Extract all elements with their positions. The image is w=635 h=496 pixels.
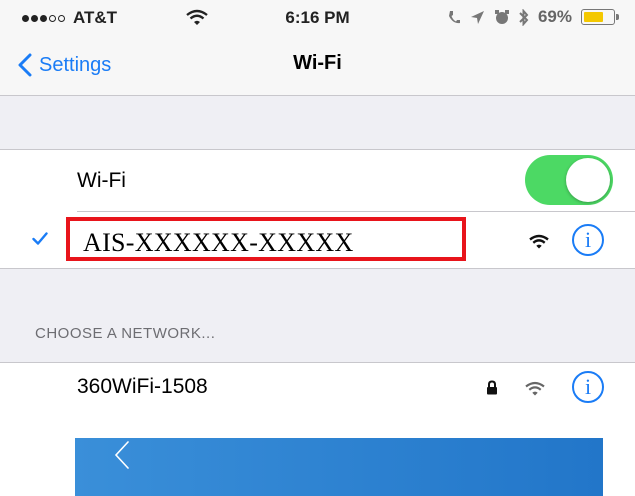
info-icon[interactable]: i <box>572 371 604 403</box>
wifi-icon <box>525 381 545 396</box>
bottom-banner <box>75 438 603 496</box>
page-title: Wi-Fi <box>293 52 342 74</box>
navigation-bar: Settings Wi-Fi <box>0 36 635 96</box>
lock-icon <box>487 380 497 395</box>
battery-percent: 69% <box>537 7 572 26</box>
status-bar: AT&T 6:16 PM 69% <box>0 0 635 36</box>
network-row[interactable]: 360WiFi-1508 i <box>0 362 635 418</box>
checkmark-icon <box>32 232 48 245</box>
chevron-left-icon[interactable] <box>113 440 131 470</box>
wifi-toggle-label: Wi-Fi <box>77 169 126 192</box>
status-right-group: 69% <box>447 7 619 27</box>
network-name: 360WiFi-1508 <box>77 375 208 398</box>
highlight-box: AIS-XXXXXX-XXXXX <box>66 217 466 261</box>
alarm-icon <box>494 10 509 24</box>
bluetooth-icon <box>519 8 529 26</box>
connected-network-row[interactable]: AIS-XXXXXX-XXXXX i <box>0 212 635 268</box>
battery-icon <box>581 9 619 25</box>
connected-network-name: AIS-XXXXXX-XXXXX <box>83 228 354 257</box>
wifi-icon <box>529 234 549 249</box>
group-spacer <box>0 96 635 150</box>
toggle-knob <box>566 158 610 202</box>
info-icon[interactable]: i <box>572 224 604 256</box>
phone-icon <box>448 11 460 24</box>
section-header: CHOOSE A NETWORK... <box>35 325 216 342</box>
group-spacer <box>0 268 635 362</box>
wifi-toggle-switch[interactable] <box>525 155 613 205</box>
location-icon <box>470 10 484 24</box>
